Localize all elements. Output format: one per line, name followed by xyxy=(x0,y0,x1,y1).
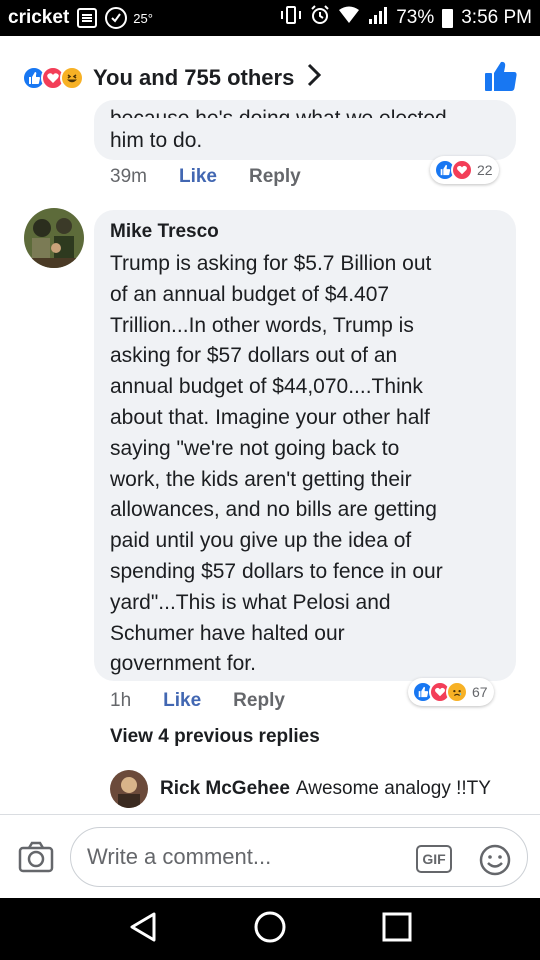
comment-text-line: yard"...This is what Pelosi and xyxy=(110,590,391,614)
navigation-bar xyxy=(0,898,540,960)
comment-text-line: saying "we're not going back to xyxy=(110,436,400,460)
reply-author[interactable]: Rick McGehee xyxy=(160,778,290,800)
haha-reaction-icon xyxy=(60,66,84,90)
comment-text-line: government for. xyxy=(110,652,256,676)
reaction-icons xyxy=(22,66,84,90)
battery-percent: 73% xyxy=(396,7,435,28)
carrier-name: cricket xyxy=(8,7,70,28)
notification-check-icon xyxy=(105,7,128,29)
clock: 3:56 PM xyxy=(461,7,532,28)
alarm-icon xyxy=(310,5,330,31)
comment-actions: 39m Like Reply xyxy=(110,166,301,188)
chevron-right-icon[interactable] xyxy=(306,63,322,94)
home-icon[interactable] xyxy=(253,910,287,949)
view-previous-replies-link[interactable]: View 4 previous replies xyxy=(110,726,320,748)
camera-icon[interactable] xyxy=(18,841,54,878)
latest-reply[interactable]: Rick McGehee Awesome analogy !!TY xyxy=(110,770,491,808)
signal-icon xyxy=(368,6,388,30)
comment-text-line: paid until you give up the idea of xyxy=(110,529,412,553)
reply-button[interactable]: Reply xyxy=(233,690,285,712)
love-reaction-icon xyxy=(451,159,473,181)
comment-reactions-badge[interactable]: 67 xyxy=(408,678,494,706)
comment-composer: Write a comment... GIF xyxy=(0,814,540,898)
emoji-icon[interactable] xyxy=(478,843,512,882)
reply-text: Awesome analogy !!TY xyxy=(295,778,491,799)
like-button[interactable]: Like xyxy=(163,690,201,712)
avatar[interactable] xyxy=(110,770,148,808)
reaction-count: 67 xyxy=(472,684,488,700)
comment-bubble[interactable]: Mike Tresco Trump is asking for $5.7 Bil… xyxy=(94,210,516,681)
reaction-count: 22 xyxy=(477,162,493,178)
comment-text: him to do. xyxy=(110,129,203,152)
comment-reactions-badge[interactable]: 22 xyxy=(430,156,499,184)
back-icon[interactable] xyxy=(128,911,158,948)
comment-text-line: of an annual budget of $4.407 xyxy=(110,282,390,306)
comment-input[interactable]: Write a comment... xyxy=(70,827,528,887)
comment-actions: 1h Like Reply xyxy=(110,690,285,712)
sad-reaction-icon xyxy=(446,681,468,703)
avatar[interactable] xyxy=(24,208,84,268)
comment-time: 1h xyxy=(110,690,132,711)
comment-time: 39m xyxy=(110,166,147,187)
comment-author[interactable]: Mike Tresco xyxy=(110,220,500,244)
recents-icon[interactable] xyxy=(382,912,412,947)
status-bar: cricket 25° 73% 3:56 PM xyxy=(0,0,540,36)
comment-text-line: work, the kids aren't getting their xyxy=(110,467,412,491)
comment-text-line: allowances, and no bills are getting xyxy=(110,498,437,522)
comment-text-line: asking for $57 dollars out of an xyxy=(110,344,398,368)
comment-text-line: Trillion...In other words, Trump is xyxy=(110,313,414,337)
vibrate-icon xyxy=(280,5,302,31)
comment-text: Trump is asking for $5.7 Billion out of a… xyxy=(110,249,500,680)
comment-text-line: spending $57 dollars to fence in our xyxy=(110,559,443,583)
gif-button[interactable]: GIF xyxy=(416,845,452,873)
comment-text-line: about that. Imagine your other half xyxy=(110,405,430,429)
comment-text-line: annual budget of $44,070....Think xyxy=(110,375,423,399)
comment-bubble[interactable]: because he's doing what we elected him t… xyxy=(94,100,516,160)
comment-cut-text: because he's doing what we elected xyxy=(110,104,490,118)
wifi-icon xyxy=(338,6,360,30)
reactors-text: You and 755 others xyxy=(93,65,295,90)
comment-text-line: Schumer have halted our xyxy=(110,621,345,645)
like-button[interactable]: Like xyxy=(179,166,217,188)
notification-icon xyxy=(77,8,98,28)
like-post-button[interactable] xyxy=(484,60,518,97)
temperature: 25° xyxy=(133,10,153,26)
reply-button[interactable]: Reply xyxy=(249,166,301,188)
battery-icon xyxy=(442,8,454,28)
comment-text-line: Trump is asking for $5.7 Billion out xyxy=(110,252,432,275)
